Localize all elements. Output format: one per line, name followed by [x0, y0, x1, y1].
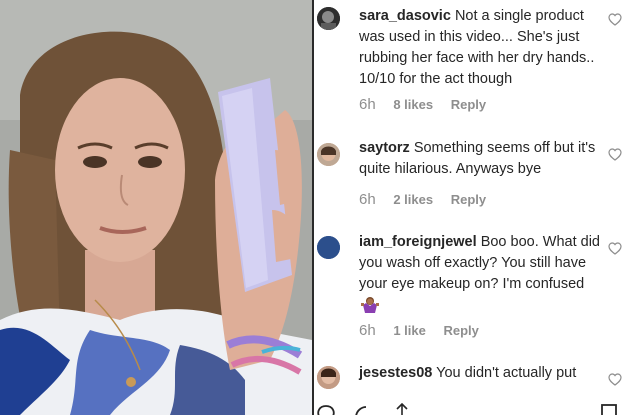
avatar[interactable]	[317, 236, 340, 259]
heart-icon[interactable]	[608, 13, 622, 26]
comment-text-block: sara_dasovic Not a single product was us…	[359, 6, 607, 90]
comment-body: You didn't actually put	[436, 365, 577, 381]
avatar[interactable]	[317, 366, 340, 389]
avatar-image	[317, 143, 340, 166]
heart-icon[interactable]	[608, 373, 622, 386]
avatar[interactable]	[317, 7, 340, 30]
action-bar	[314, 403, 625, 415]
comment-icon[interactable]	[316, 404, 336, 415]
woman-shrugging-emoji-icon	[361, 297, 379, 313]
avatar-image	[317, 366, 340, 389]
comment-username[interactable]: sara_dasovic	[359, 8, 451, 24]
comment-time: 6h	[359, 322, 376, 339]
comment-likes[interactable]: 1 like	[393, 323, 426, 338]
share-icon[interactable]	[352, 404, 372, 415]
avatar-image	[317, 7, 340, 30]
comment-time: 6h	[359, 96, 376, 113]
comment-text-block: iam_foreignjewel Boo boo. What did you w…	[359, 232, 607, 317]
avatar[interactable]	[317, 143, 340, 166]
heart-icon[interactable]	[608, 148, 622, 161]
bookmark-icon[interactable]	[600, 404, 618, 415]
comment-meta: 6h 1 like Reply	[359, 322, 479, 339]
comment-text-block: jesestes08 You didn't actually put	[359, 363, 607, 384]
comment-likes[interactable]: 2 likes	[393, 192, 433, 207]
comment-username[interactable]: saytorz	[359, 140, 410, 156]
comments-panel: sara_dasovic Not a single product was us…	[314, 0, 625, 415]
video-frame[interactable]	[0, 0, 312, 415]
reply-button[interactable]: Reply	[451, 97, 486, 112]
upload-icon[interactable]	[392, 403, 412, 415]
reply-button[interactable]: Reply	[443, 323, 478, 338]
comment-username[interactable]: iam_foreignjewel	[359, 234, 477, 250]
avatar-image	[317, 236, 340, 259]
comment-likes[interactable]: 8 likes	[393, 97, 433, 112]
heart-icon[interactable]	[608, 242, 622, 255]
comment-meta: 6h 2 likes Reply	[359, 191, 486, 208]
comment-meta: 6h 8 likes Reply	[359, 96, 486, 113]
comment-time: 6h	[359, 191, 376, 208]
reply-button[interactable]: Reply	[451, 192, 486, 207]
video-still	[0, 0, 312, 415]
comment-text-block: saytorz Something seems off but it's qui…	[359, 138, 607, 180]
comment-username[interactable]: jesestes08	[359, 365, 432, 381]
